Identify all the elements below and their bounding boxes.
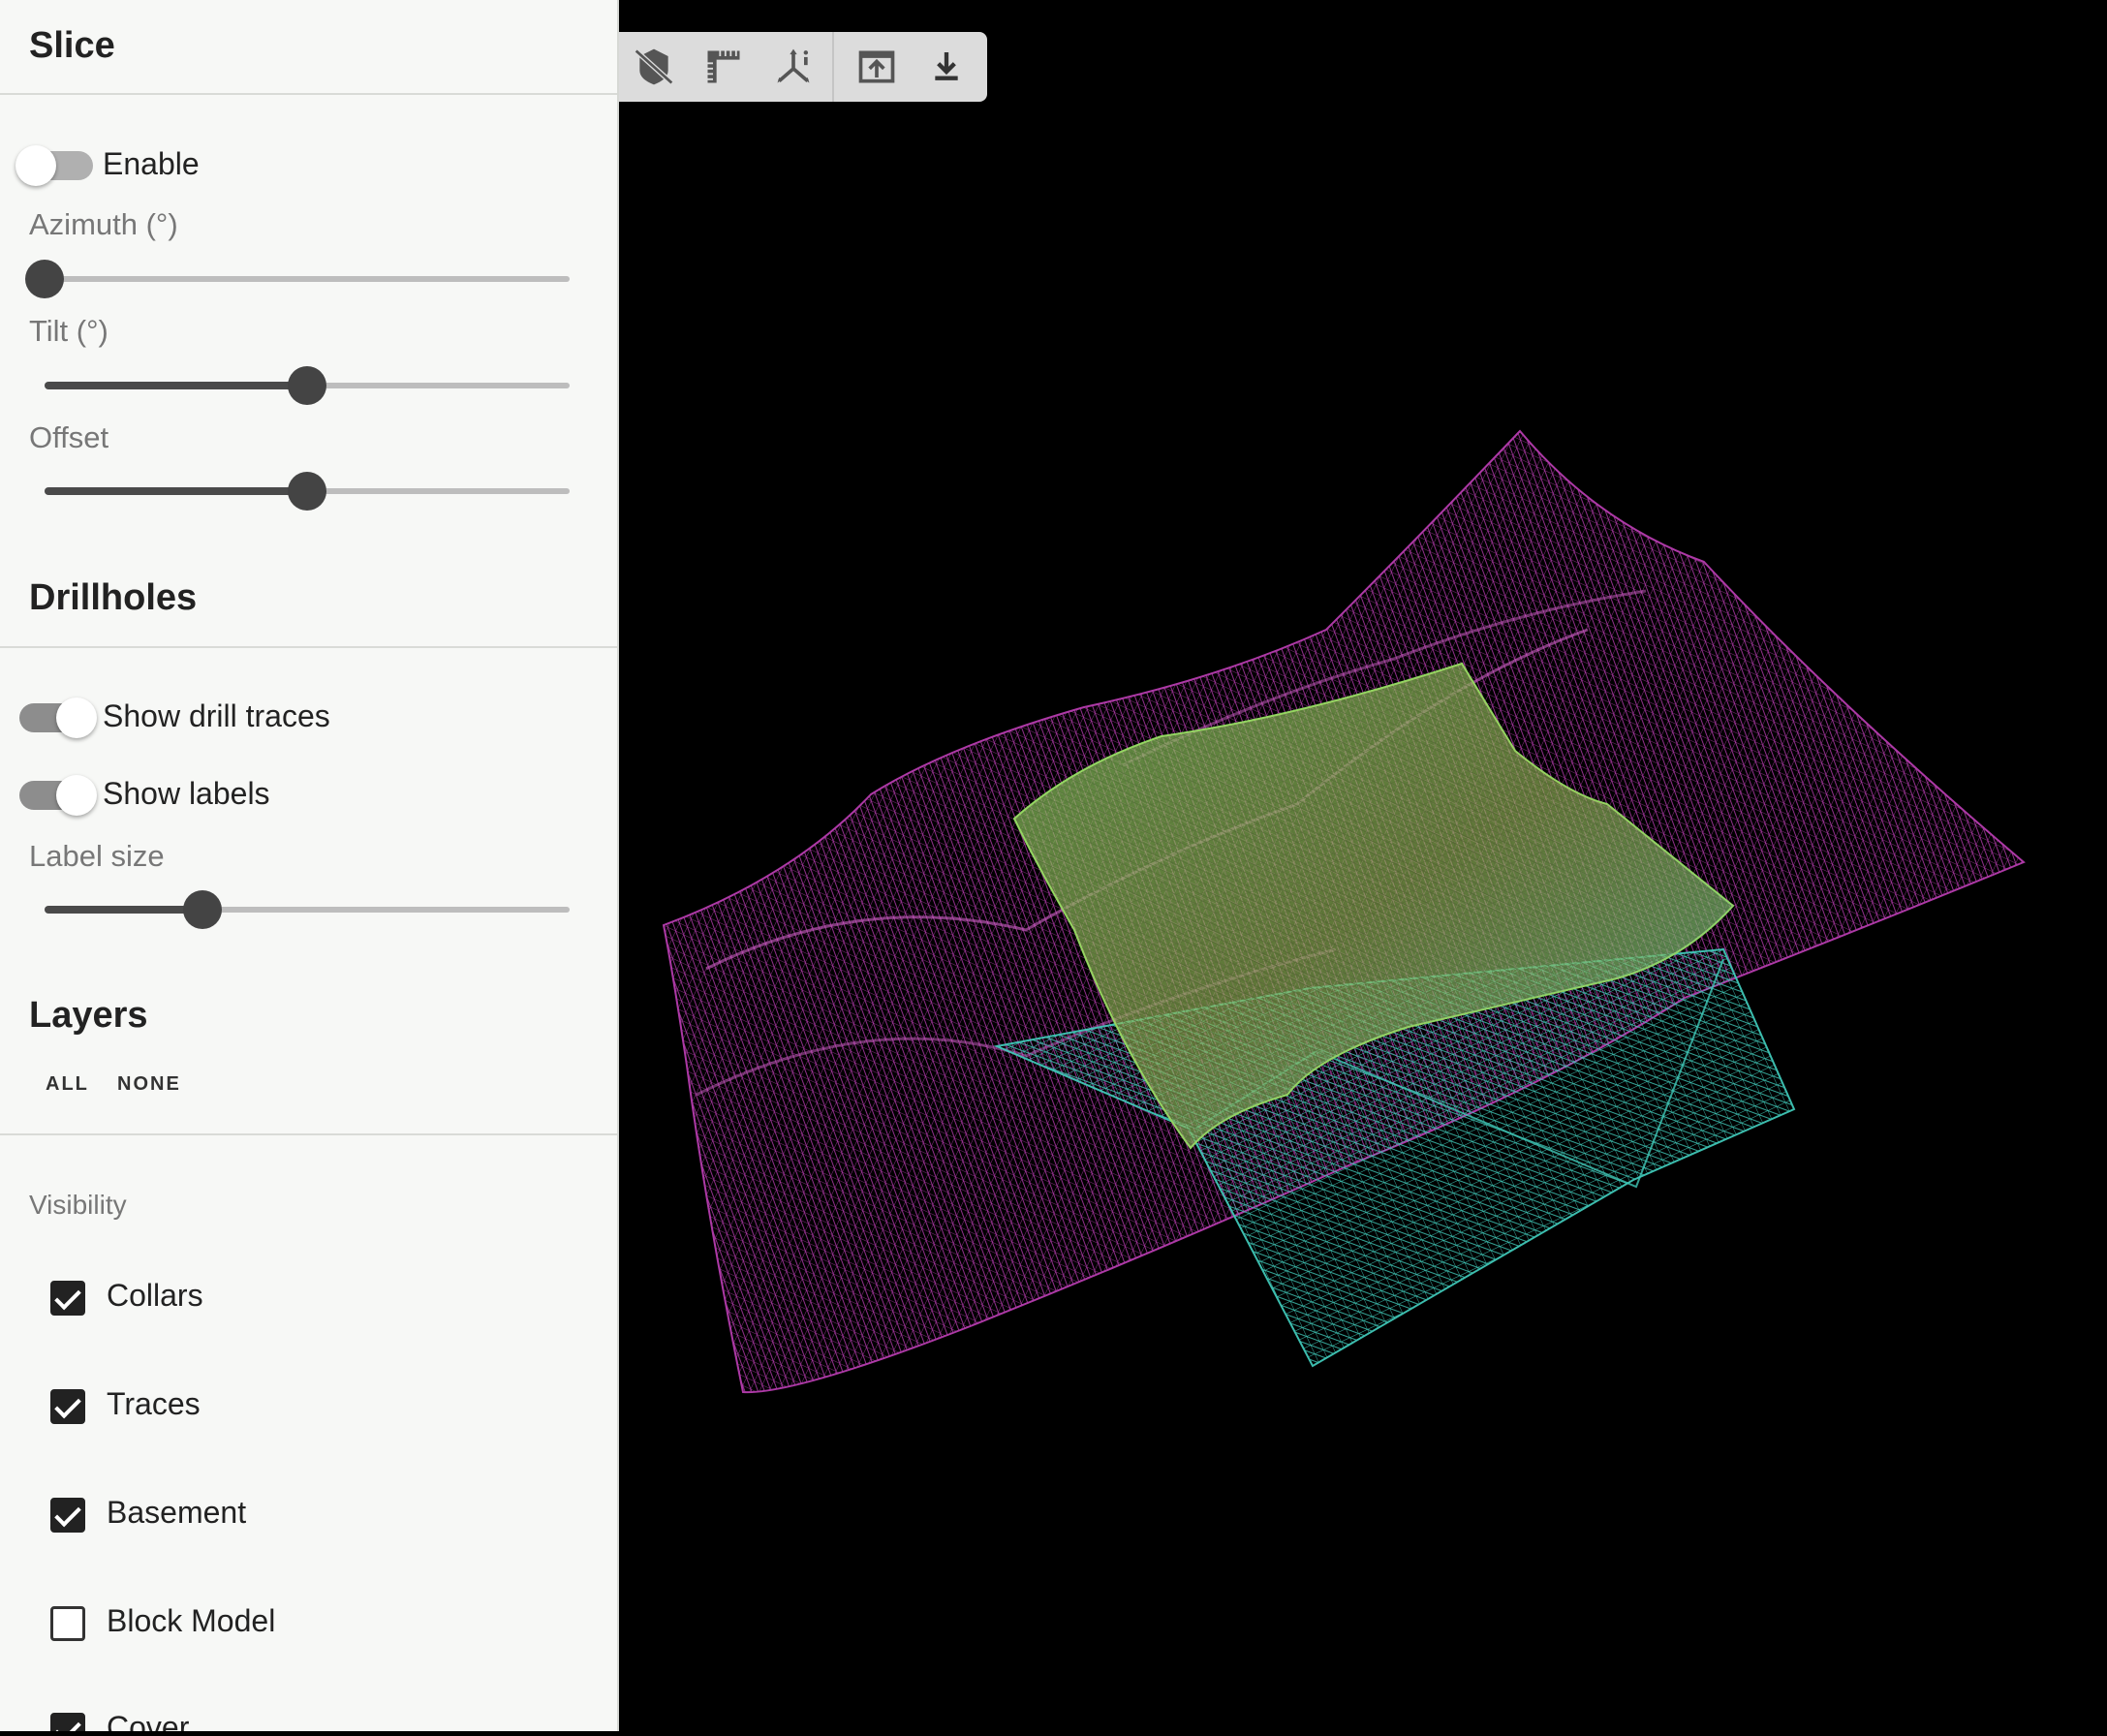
show-drill-traces-toggle[interactable] [19,698,97,738]
show-labels-label: Show labels [103,776,270,811]
axes-info-icon[interactable] [759,32,828,102]
checkbox[interactable] [50,1606,85,1641]
layer-label: Cover [107,1710,190,1731]
viewer-toolbar [619,32,987,102]
layer-label: Collars [107,1278,203,1313]
checkbox[interactable] [50,1281,85,1316]
layer-label: Block Model [107,1603,276,1638]
download-icon[interactable] [912,32,981,102]
upload-icon[interactable] [842,32,912,102]
visibility-label: Visibility [29,1190,127,1220]
drillholes-title: Drillholes [29,577,198,618]
checkbox[interactable] [50,1713,85,1731]
checkbox[interactable] [50,1498,85,1533]
offset-slider[interactable] [45,470,570,512]
divider [0,646,617,648]
hide-object-icon[interactable] [619,32,689,102]
azimuth-slider[interactable] [25,258,570,300]
enable-slice-toggle[interactable] [15,145,93,186]
select-none-button[interactable]: NONE [117,1073,181,1096]
mesh-scene[interactable] [619,0,2107,1731]
side-panel: Slice Enable Azimuth (°) Tilt (°) Offset… [0,0,619,1731]
azimuth-slider-thumb[interactable] [25,260,64,298]
tilt-slider[interactable] [45,364,570,407]
azimuth-label: Azimuth (°) [29,207,178,241]
label-size-label: Label size [29,839,165,873]
slice-title: Slice [29,25,115,66]
layers-title: Layers [29,995,148,1036]
layer-label: Traces [107,1386,201,1421]
tilt-slider-thumb[interactable] [288,366,326,405]
3d-viewport[interactable] [619,0,2107,1731]
toolbar-separator [832,32,834,102]
tilt-label: Tilt (°) [29,314,108,348]
show-drill-traces-label: Show drill traces [103,698,330,733]
divider [0,93,617,95]
label-size-slider-thumb[interactable] [182,890,222,929]
label-size-slider[interactable] [45,888,570,931]
ruler-icon[interactable] [689,32,759,102]
offset-label: Offset [29,420,109,454]
checkbox[interactable] [50,1389,85,1424]
layer-label: Basement [107,1495,247,1530]
select-all-button[interactable]: ALL [46,1073,89,1096]
offset-slider-thumb[interactable] [288,472,326,511]
enable-label: Enable [103,146,200,181]
show-labels-toggle[interactable] [19,775,97,816]
divider [0,1133,617,1135]
